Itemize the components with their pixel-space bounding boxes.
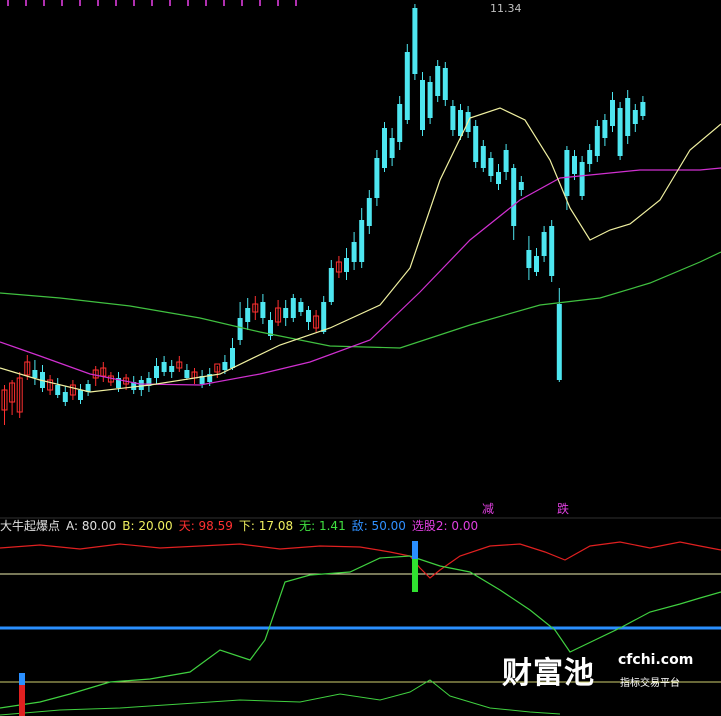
peak-price-label: 11.34 [490,2,522,15]
candle-body-down [617,108,623,156]
candle-body-down [488,158,494,176]
candle-body-down [579,162,585,196]
chart-canvas: 11.34 减 跌 大牛起爆点 A: 80.00 B: 20.00 天: 98.59 下… [0,0,721,716]
candle-body-down [587,150,593,164]
candle-body-down [374,158,380,198]
candle-body-down [397,104,403,142]
candle-body-down [632,110,638,124]
candle-body-down [640,102,646,116]
candle-body-down [404,52,410,120]
ma-long-line [0,251,721,349]
legend-item: B: 20.00 [122,519,173,533]
ma-mid-line [0,167,721,386]
candle-body-down [473,126,479,162]
candlestick-chart [0,0,721,716]
signal-label-reduce: 减 [482,502,495,516]
candle-body-down [389,138,395,158]
watermark-url: cfchi.com [618,652,694,668]
candle-body-down [283,308,289,318]
legend-item: A: 80.00 [66,519,117,533]
indicator-green-line-lower [0,679,561,716]
indicator-red-line [0,541,721,579]
legend-item: 大牛起爆点 [0,519,61,533]
candle-body-down [260,302,266,318]
candle-body-down [458,110,463,136]
candle-body-down [427,82,433,118]
signal-bar-blue-left [19,673,25,685]
signal-bar-green [412,559,418,592]
candle-body-down [518,182,524,190]
candle-body-down [321,302,327,332]
candle-body-down [169,366,175,372]
candle-body-down [298,302,304,312]
candle-body-down [230,348,235,368]
candle-body-down [541,232,547,256]
candle-body-down [290,298,296,318]
candle-body-down [359,220,365,262]
candle-body-down [32,370,38,378]
candle-body-down [245,308,251,322]
candle-body-down [366,198,372,226]
candle-body-down [625,98,631,136]
candle-body-down [602,120,608,138]
signal-bar-red-left [19,685,25,716]
candle-body-down [154,366,159,378]
candle-body-down [610,100,615,126]
candle-body-down [572,156,577,174]
candle-body-down [450,106,456,130]
legend-item: 选股2: 0.00 [411,519,479,533]
legend-item: 下: 17.08 [238,519,294,533]
candle-body-down [138,380,144,390]
watermark-logo: 财富池 [502,656,595,691]
candle-body-down [222,362,228,370]
candle-body-down [62,392,68,402]
candle-body-down [306,310,311,322]
indicator-legend: 大牛起爆点 A: 80.00 B: 20.00 天: 98.59 下: 17.08 无: … [0,519,484,535]
candle-body-down [351,242,357,262]
watermark: 财富池 cfchi.com 指标交易平台 [502,648,707,694]
candle-body-down [412,8,418,74]
candle-body-down [237,318,243,340]
legend-item: 无: 1.41 [299,519,346,533]
candle-body-down [55,385,61,395]
candle-body-down [420,80,425,130]
candle-body-down [442,68,448,100]
candle-body-down [556,304,562,380]
watermark-tagline: 指标交易平台 [620,678,680,689]
candle-body-down [328,268,334,302]
candle-body-down [564,150,570,196]
candle-body-down [496,172,501,184]
candle-body-down [435,66,441,96]
candle-body-down [382,128,387,168]
candle-body-down [78,390,83,400]
candle-body-down [549,226,555,276]
candle-body-down [184,370,190,378]
signal-bar-blue [412,541,418,559]
candle-body-down [161,362,167,372]
signal-label-fall: 跌 [557,502,570,516]
candle-body-down [594,126,600,156]
candle-body-down [503,150,509,172]
candle-body-down [480,146,486,168]
candle-body-down [526,250,532,268]
candle-body-down [534,256,539,272]
legend-item: 敌: 50.00 [351,519,406,533]
candle-body-down [511,168,517,226]
legend-item: 天: 98.59 [178,519,233,533]
candle-body-down [344,258,349,272]
